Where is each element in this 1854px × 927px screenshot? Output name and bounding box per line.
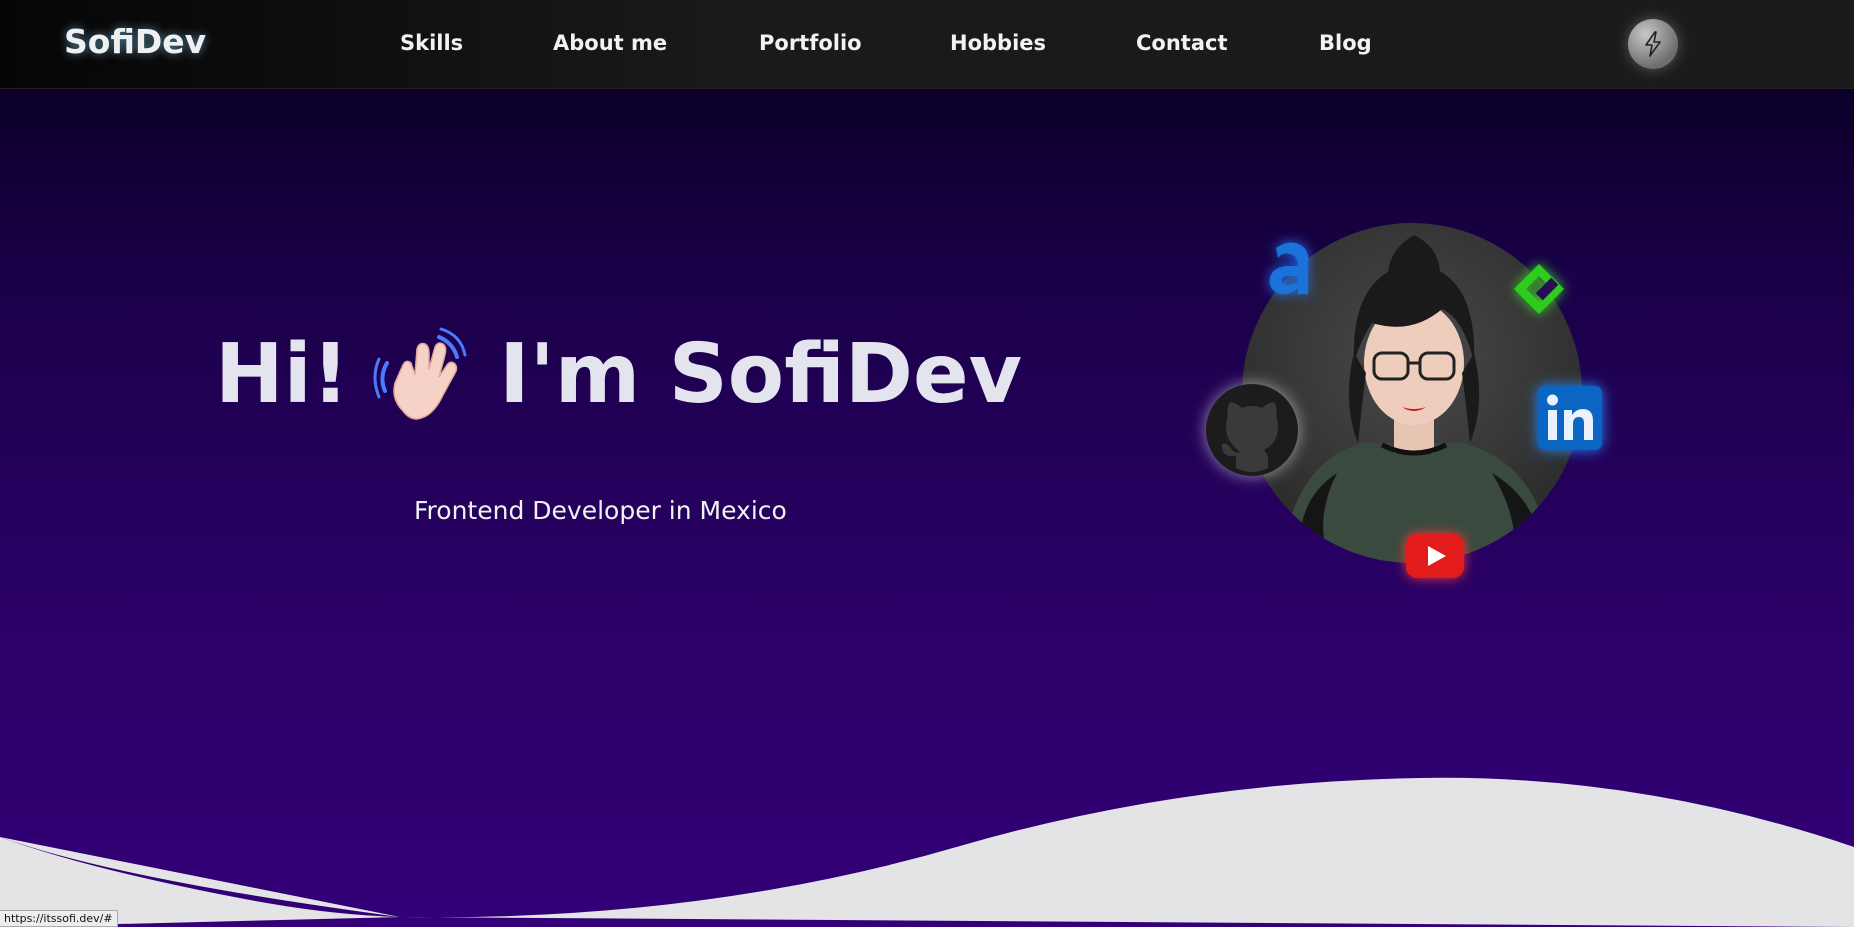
- status-bar-url: https://itssofi.dev/#: [0, 910, 118, 927]
- hero-heading: Hi! I'm SofiDev: [215, 325, 1022, 425]
- nav-link-skills[interactable]: Skills: [400, 31, 463, 55]
- linkedin-link[interactable]: [1536, 384, 1604, 452]
- lightning-icon: [1645, 31, 1661, 57]
- hero-subtitle: Frontend Developer in Mexico: [414, 496, 787, 525]
- waving-hand-icon: [373, 327, 467, 420]
- nav-link-portfolio[interactable]: Portfolio: [759, 31, 862, 55]
- github-icon: [1206, 384, 1298, 476]
- nav-link-about-me[interactable]: About me: [553, 31, 667, 55]
- hero-greeting: Hi!: [215, 327, 350, 422]
- amazon-link[interactable]: [1262, 234, 1318, 304]
- nav-link-blog[interactable]: Blog: [1319, 31, 1372, 55]
- youtube-icon: [1406, 534, 1464, 578]
- github-link[interactable]: [1204, 382, 1300, 478]
- codepen-link[interactable]: [1508, 258, 1570, 320]
- green-diamond-icon: [1514, 264, 1564, 314]
- theme-toggle-button[interactable]: [1628, 19, 1678, 69]
- nav-link-contact[interactable]: Contact: [1136, 31, 1228, 55]
- youtube-link[interactable]: [1404, 532, 1466, 580]
- linkedin-icon: [1538, 386, 1602, 450]
- nav-link-hobbies[interactable]: Hobbies: [950, 31, 1046, 55]
- navbar: SofiDev Skills About me Portfolio Hobbie…: [0, 0, 1854, 89]
- amazon-icon: [1269, 242, 1309, 295]
- brand-logo[interactable]: SofiDev: [64, 22, 206, 61]
- hero-bottom-wave: [0, 777, 1854, 927]
- hero-name-line: I'm SofiDev: [499, 327, 1023, 422]
